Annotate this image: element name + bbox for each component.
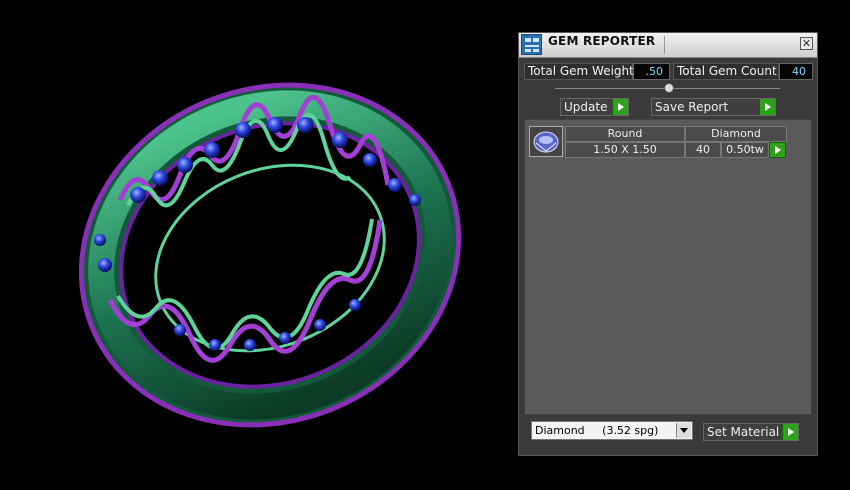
title-divider <box>664 36 665 54</box>
round-diamond-icon[interactable] <box>529 126 563 157</box>
save-report-button[interactable]: Save Report <box>651 98 776 116</box>
gem-weight: 0.50tw <box>721 142 769 158</box>
green-arrow-icon <box>782 424 798 440</box>
update-label: Update <box>564 100 608 114</box>
ring-render <box>78 82 462 428</box>
set-material-button[interactable]: Set Material <box>703 423 799 441</box>
splitter-handle[interactable] <box>664 83 674 93</box>
chevron-down-icon[interactable] <box>676 423 691 438</box>
total-gem-count-value[interactable]: 40 <box>779 63 813 80</box>
total-gem-weight-label: Total Gem Weight <box>524 63 634 80</box>
green-arrow-icon <box>612 99 628 115</box>
total-gem-count-label: Total Gem Count <box>673 63 779 80</box>
gem-size: 1.50 X 1.50 <box>565 142 685 158</box>
panel-title: GEM REPORTER <box>548 34 656 48</box>
save-report-label: Save Report <box>655 100 729 114</box>
gem-count: 40 <box>685 142 721 158</box>
total-gem-weight-value[interactable]: .50 <box>633 63 670 80</box>
3d-viewport[interactable] <box>0 0 515 490</box>
update-button[interactable]: Update <box>560 98 629 116</box>
close-icon[interactable]: ✕ <box>800 37 813 50</box>
gem-reporter-panel: GEM REPORTER ✕ Total Gem Weight .50 Tota… <box>518 32 818 456</box>
green-arrow-icon <box>759 99 775 115</box>
gem-reporter-app-icon <box>521 34 542 55</box>
gem-detail-arrow-button[interactable] <box>769 142 786 158</box>
gem-shape: Round <box>565 126 685 142</box>
material-select[interactable]: Diamond (3.52 spg) <box>531 421 693 440</box>
green-arrow-icon <box>775 146 781 154</box>
gem-material: Diamond <box>685 126 787 142</box>
set-material-label: Set Material <box>707 425 780 439</box>
gem-list[interactable]: Round Diamond 1.50 X 1.50 40 0.50tw <box>524 119 812 415</box>
title-bar[interactable]: GEM REPORTER ✕ <box>519 33 817 58</box>
material-select-value: Diamond (3.52 spg) <box>535 424 659 437</box>
